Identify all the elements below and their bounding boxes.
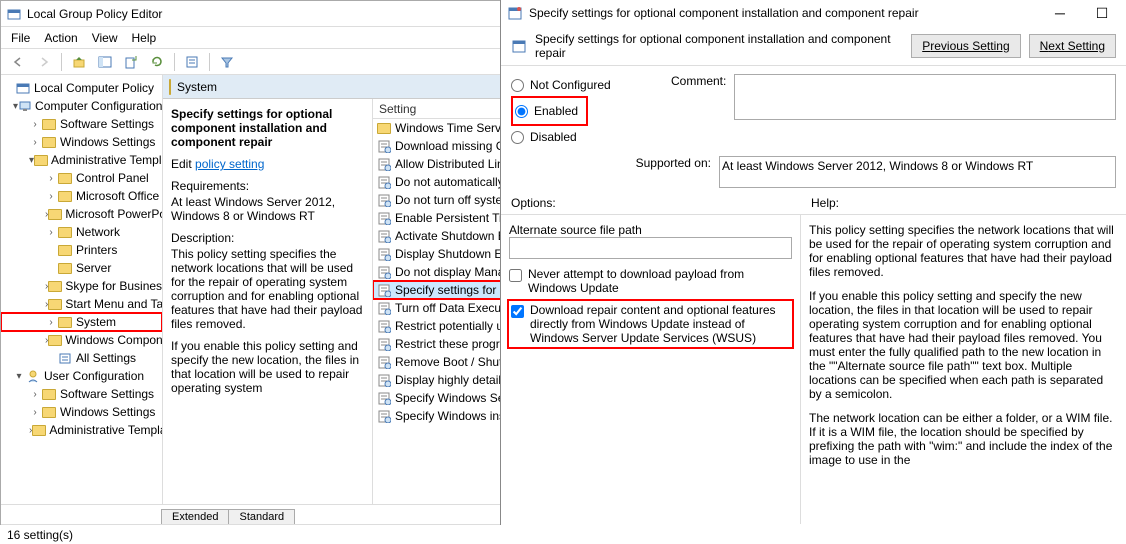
setting-icon [377,211,391,225]
minimize-button[interactable]: ─ [1042,1,1078,25]
setting-title: Specify settings for optional component … [171,107,364,149]
comment-label: Comment: [671,74,726,120]
show-hide-tree-button[interactable] [94,52,116,72]
menu-action[interactable]: Action [44,31,77,45]
tree-cc-windows[interactable]: ›Windows Settings [1,133,162,151]
radio-disabled[interactable] [511,131,524,144]
chk-never-download-row[interactable]: Never attempt to download payload from W… [509,267,792,295]
radio-enabled[interactable] [515,105,528,118]
tree-control-panel[interactable]: ›Control Panel [1,169,162,187]
forward-button[interactable] [33,52,55,72]
options-pane: Alternate source file path Never attempt… [501,215,801,524]
setting-icon [377,409,391,423]
user-icon [25,369,41,383]
tree-start-menu[interactable]: ›Start Menu and Taskbar [1,295,162,313]
nav-tree[interactable]: Local Computer Policy ▾ Computer Configu… [1,75,163,504]
dialog-titlebar[interactable]: Specify settings for optional component … [501,0,1126,26]
comment-field[interactable] [734,74,1116,120]
folder-icon [377,121,391,135]
menu-view[interactable]: View [92,31,118,45]
maximize-button[interactable]: ☐ [1084,1,1120,25]
tree-windows-components[interactable]: ›Windows Components [1,331,162,349]
tree-ms-powerpoint[interactable]: ›Microsoft PowerPoint [1,205,162,223]
tree-network[interactable]: ›Network [1,223,162,241]
radio-disabled-row[interactable]: Disabled [511,126,651,148]
setting-icon [377,301,391,315]
tree-computer-config[interactable]: ▾ Computer Configuration [1,97,162,115]
tree-system[interactable]: ›System [1,313,162,331]
setting-icon [377,157,391,171]
dialog-subhead: Specify settings for optional component … [501,26,1126,66]
tree-cc-admin[interactable]: ▾Administrative Templates [1,151,162,169]
setting-icon [377,265,391,279]
up-button[interactable] [68,52,90,72]
dialog-subtitle: Specify settings for optional component … [535,32,903,60]
policy-dialog: Specify settings for optional component … [500,0,1126,525]
tree-uc-software[interactable]: ›Software Settings [1,385,162,403]
tree-uc-windows[interactable]: ›Windows Settings [1,403,162,421]
tree-server[interactable]: Server [1,259,162,277]
policy-icon [15,81,31,95]
setting-icon [377,337,391,351]
alt-source-label: Alternate source file path [509,223,792,237]
tab-extended[interactable]: Extended [161,509,229,524]
status-text: 16 setting(s) [7,528,73,542]
chk-never-download[interactable] [509,269,522,282]
setting-icon [377,193,391,207]
radio-not-configured-row[interactable]: Not Configured [511,74,651,96]
tree-skype[interactable]: ›Skype for Business [1,277,162,295]
setting-icon [377,391,391,405]
chk-wsus-row[interactable]: Download repair content and optional fea… [509,301,792,347]
setting-icon [377,373,391,387]
status-bar: 16 setting(s) [1,524,1125,544]
setting-icon [377,139,391,153]
export-button[interactable] [120,52,142,72]
gpedit-title: Local Group Policy Editor [27,7,162,21]
setting-icon [377,355,391,369]
back-button[interactable] [7,52,29,72]
tree-all-settings[interactable]: All Settings [1,349,162,367]
chk-wsus[interactable] [511,305,524,318]
refresh-button[interactable] [146,52,168,72]
tree-uc-admin[interactable]: ›Administrative Templates [1,421,162,439]
dialog-form: Not Configured Enabled Disabled Comment:… [501,66,1126,215]
tree-user-config[interactable]: ▾ User Configuration [1,367,162,385]
properties-button[interactable] [181,52,203,72]
setting-icon [377,319,391,333]
tree-cc-software[interactable]: ›Software Settings [1,115,162,133]
help-pane: This policy setting specifies the networ… [801,215,1126,524]
radio-enabled-row[interactable]: Enabled [515,100,578,122]
tree-printers[interactable]: Printers [1,241,162,259]
options-heading: Options: [511,196,811,210]
dialog-icon [507,5,523,21]
supported-field: At least Windows Server 2012, Windows 8 … [719,156,1116,188]
setting-icon [377,175,391,189]
description-pane: Specify settings for optional component … [163,99,373,504]
previous-setting-button[interactable]: Previous Setting [911,34,1020,58]
tab-standard[interactable]: Standard [228,509,295,524]
next-setting-button[interactable]: Next Setting [1029,34,1116,58]
gpedit-icon [7,7,21,21]
radio-not-configured[interactable] [511,79,524,92]
content-header-label: System [177,80,217,94]
menu-file[interactable]: File [11,31,30,45]
all-settings-icon [57,351,73,365]
alt-source-input[interactable] [509,237,792,259]
dialog-title: Specify settings for optional component … [529,6,919,20]
tree-ms-office[interactable]: ›Microsoft Office [1,187,162,205]
help-heading: Help: [811,196,839,210]
setting-icon [377,229,391,243]
computer-icon [18,99,32,113]
setting-icon [377,283,391,297]
menu-help[interactable]: Help [132,31,157,45]
dialog-sub-icon [511,38,527,54]
edit-policy-link[interactable]: policy setting [195,157,264,171]
supported-label: Supported on: [511,156,711,170]
setting-icon [377,247,391,261]
filter-button[interactable] [216,52,238,72]
tree-root[interactable]: Local Computer Policy [1,79,162,97]
